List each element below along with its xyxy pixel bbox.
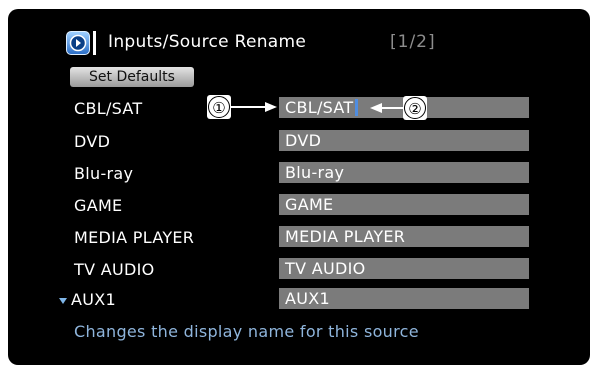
- callout-2-box: ②: [403, 96, 427, 120]
- source-label-text: AUX1: [71, 290, 116, 309]
- callout-2: ②: [404, 97, 426, 119]
- callout-1-arrow: [231, 102, 277, 112]
- source-name-field-blu-ray[interactable]: Blu-ray: [279, 162, 529, 183]
- source-name-field-dvd[interactable]: DVD: [279, 130, 529, 151]
- text-cursor: [355, 98, 359, 116]
- callout-1-box: ①: [207, 95, 231, 119]
- source-label-game[interactable]: GAME: [74, 196, 122, 215]
- help-text: Changes the display name for this source: [74, 322, 419, 341]
- source-name-value: CBL/SAT: [285, 98, 354, 117]
- page-title: Inputs/Source Rename: [108, 32, 307, 52]
- callout-2-arrow: [370, 103, 404, 113]
- selection-arrow-icon: [59, 297, 67, 304]
- source-name-field-game[interactable]: GAME: [279, 194, 529, 215]
- source-label-dvd[interactable]: DVD: [74, 132, 110, 151]
- source-rename-icon: [66, 31, 90, 55]
- osd-screen: Inputs/Source Rename [1/2] Set Defaults …: [8, 9, 590, 365]
- source-label-blu-ray[interactable]: Blu-ray: [74, 164, 133, 183]
- source-label-aux1[interactable]: AUX1: [59, 290, 116, 309]
- source-name-field-tv-audio[interactable]: TV AUDIO: [279, 258, 529, 279]
- source-label-media-player[interactable]: MEDIA PLAYER: [74, 228, 194, 247]
- source-name-field-aux1[interactable]: AUX1: [279, 288, 529, 309]
- source-label-cbl-sat[interactable]: CBL/SAT: [74, 99, 142, 118]
- set-defaults-button[interactable]: Set Defaults: [70, 67, 194, 87]
- page-indicator: [1/2]: [390, 32, 436, 52]
- source-name-field-media-player[interactable]: MEDIA PLAYER: [279, 226, 529, 247]
- source-label-tv-audio[interactable]: TV AUDIO: [74, 260, 155, 279]
- callout-1: ①: [208, 96, 230, 118]
- header-divider: [93, 31, 96, 55]
